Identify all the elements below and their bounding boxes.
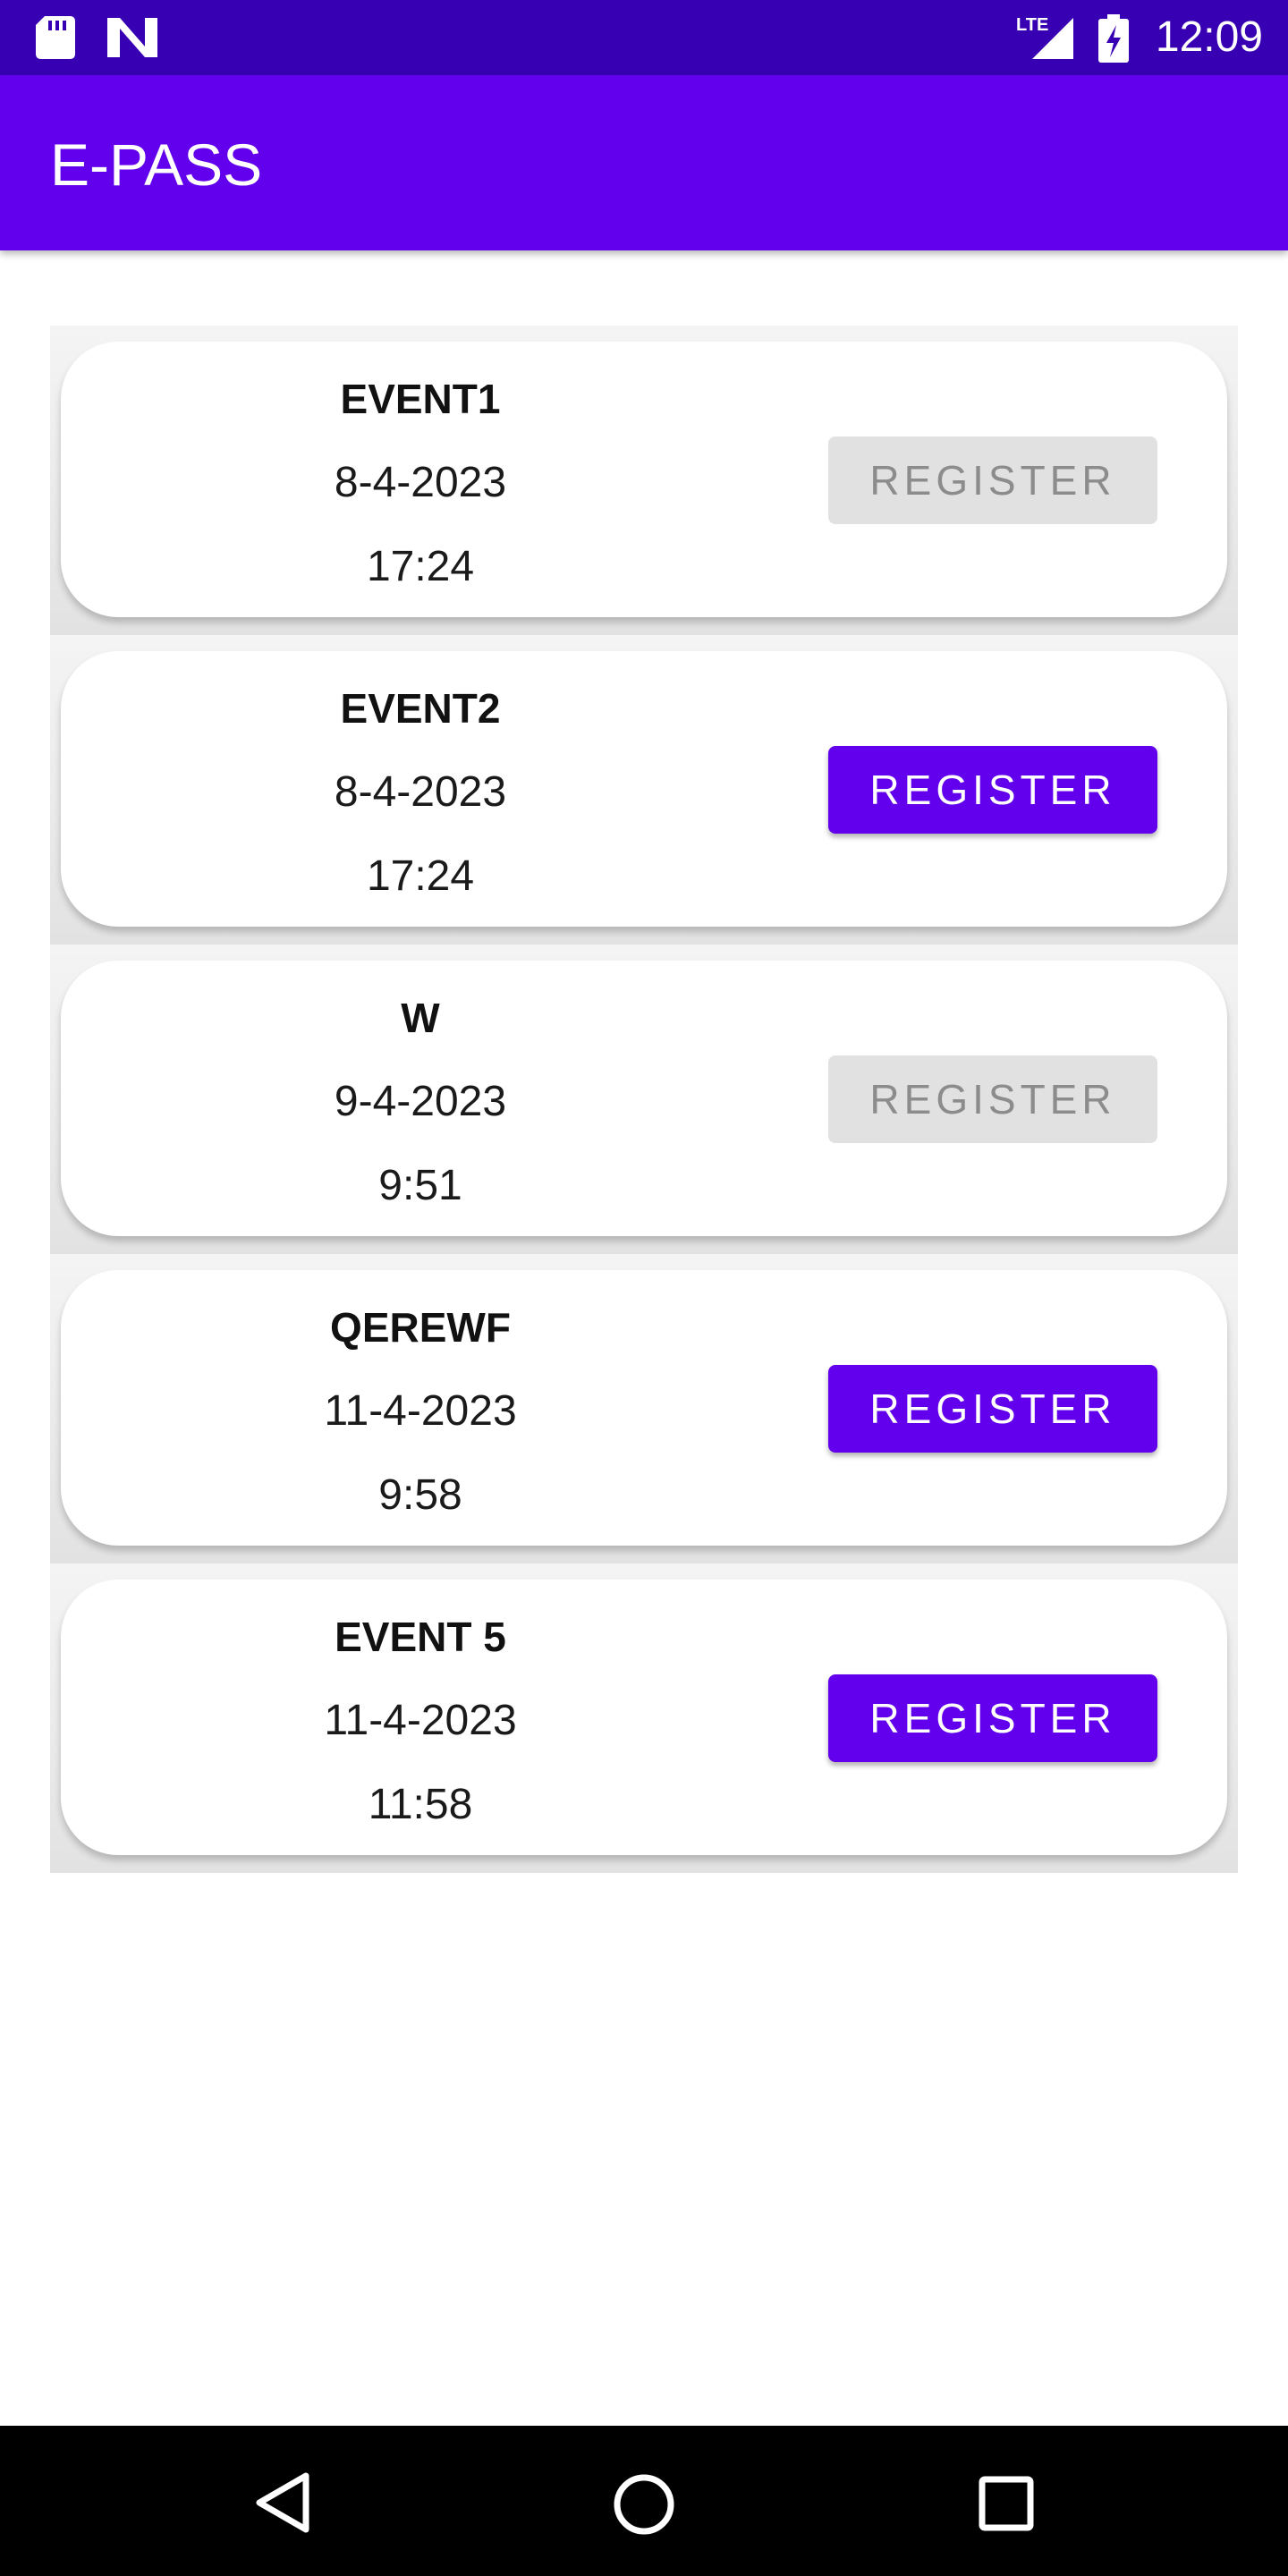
event-date: 11-4-2023 [324, 1387, 517, 1435]
event-name: QEREWF [330, 1304, 511, 1351]
event-info: EVENT1 8-4-2023 17:24 [61, 342, 780, 617]
event-date: 11-4-2023 [324, 1697, 517, 1744]
event-card: EVENT1 8-4-2023 17:24 REGISTER [61, 342, 1227, 617]
home-icon[interactable] [612, 2472, 676, 2537]
event-name: W [401, 995, 440, 1041]
event-info: EVENT 5 11-4-2023 11:58 [61, 1580, 780, 1855]
event-time: 9:51 [378, 1162, 462, 1209]
event-row: EVENT1 8-4-2023 17:24 REGISTER [50, 326, 1238, 635]
event-info: QEREWF 11-4-2023 9:58 [61, 1270, 780, 1546]
lte-signal-icon: LTE [1016, 15, 1073, 59]
event-time: 9:58 [378, 1471, 462, 1519]
event-date: 8-4-2023 [334, 459, 507, 506]
event-row: EVENT2 8-4-2023 17:24 REGISTER [50, 635, 1238, 945]
register-button[interactable]: REGISTER [828, 746, 1157, 834]
app-bar: E-PASS [0, 75, 1288, 250]
status-bar: LTE 12:09 [0, 0, 1288, 75]
back-icon[interactable] [254, 2472, 311, 2533]
n-notification-icon [107, 18, 157, 57]
event-list: EVENT1 8-4-2023 17:24 REGISTER EVENT2 8-… [50, 326, 1238, 1873]
status-clock: 12:09 [1155, 13, 1263, 61]
event-name: EVENT1 [340, 376, 501, 422]
event-card: EVENT 5 11-4-2023 11:58 REGISTER [61, 1580, 1227, 1855]
app-title: E-PASS [50, 131, 263, 198]
event-info: EVENT2 8-4-2023 17:24 [61, 651, 780, 927]
network-label: LTE [1016, 15, 1048, 35]
event-info: W 9-4-2023 9:51 [61, 961, 780, 1236]
event-date: 8-4-2023 [334, 768, 507, 816]
recents-icon[interactable] [979, 2476, 1034, 2531]
event-date: 9-4-2023 [334, 1078, 507, 1125]
register-button[interactable]: REGISTER [828, 1365, 1157, 1453]
event-time: 11:58 [368, 1781, 473, 1828]
register-button[interactable]: REGISTER [828, 436, 1157, 524]
event-time: 17:24 [366, 852, 475, 900]
navigation-bar [0, 2426, 1288, 2576]
event-card: QEREWF 11-4-2023 9:58 REGISTER [61, 1270, 1227, 1546]
sd-card-icon [36, 16, 75, 59]
event-row: EVENT 5 11-4-2023 11:58 REGISTER [50, 1563, 1238, 1873]
event-name: EVENT 5 [335, 1614, 506, 1660]
register-button[interactable]: REGISTER [828, 1055, 1157, 1143]
event-card: W 9-4-2023 9:51 REGISTER [61, 961, 1227, 1236]
event-time: 17:24 [366, 543, 475, 590]
event-card: EVENT2 8-4-2023 17:24 REGISTER [61, 651, 1227, 927]
register-button[interactable]: REGISTER [828, 1674, 1157, 1762]
event-row: W 9-4-2023 9:51 REGISTER [50, 945, 1238, 1254]
battery-charging-icon [1098, 14, 1129, 63]
event-name: EVENT2 [340, 685, 501, 732]
event-row: QEREWF 11-4-2023 9:58 REGISTER [50, 1254, 1238, 1563]
